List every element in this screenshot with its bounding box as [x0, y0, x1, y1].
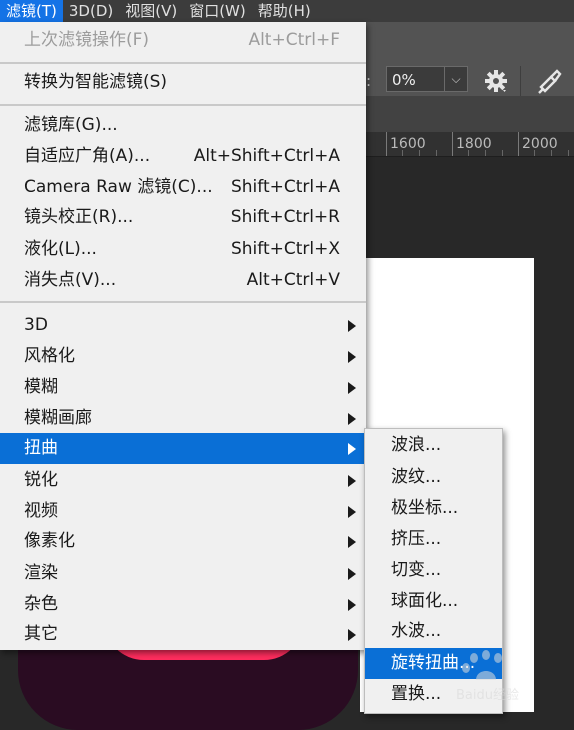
- menu-item-label: 自适应广角(A)...: [24, 146, 151, 166]
- submenu-item-label: 水波...: [391, 621, 442, 641]
- menu-help[interactable]: 帮助(H): [252, 0, 317, 22]
- menu-item-vanishing-point[interactable]: 消失点(V)... Alt+Ctrl+V: [0, 265, 366, 296]
- submenu-arrow-icon: [348, 413, 356, 425]
- menu-item-label: 模糊画廊: [24, 408, 92, 428]
- menu-item-label: 上次滤镜操作(F): [24, 30, 150, 50]
- submenu-arrow-icon: [348, 568, 356, 580]
- menu-item-shortcut: Alt+Ctrl+F: [248, 30, 340, 50]
- baidu-watermark: Baidu经验: [456, 650, 566, 706]
- submenu-arrow-icon: [348, 629, 356, 641]
- submenu-item-label: 极坐标...: [391, 498, 459, 518]
- menu-item-sharpen[interactable]: 锐化: [0, 465, 366, 496]
- menu-item-label: 模糊: [24, 377, 58, 397]
- menu-item-label: 扭曲: [24, 438, 58, 458]
- ruler-tick: [518, 132, 519, 156]
- menu-item-adaptive-wide-angle[interactable]: 自适应广角(A)... Alt+Shift+Ctrl+A: [0, 141, 366, 172]
- submenu-item-label: 切变...: [391, 560, 442, 580]
- chevron-down-icon: ⌵: [451, 72, 461, 86]
- submenu-item-polar-coordinates[interactable]: 极坐标...: [365, 493, 502, 524]
- menu-item-lens-correction[interactable]: 镜头校正(R)... Shift+Ctrl+R: [0, 202, 366, 233]
- menu-item-noise[interactable]: 杂色: [0, 589, 366, 620]
- menu-item-blur[interactable]: 模糊: [0, 372, 366, 403]
- submenu-arrow-icon: [348, 599, 356, 611]
- submenu-arrow-icon: [348, 382, 356, 394]
- menu-item-shortcut: Alt+Ctrl+V: [246, 270, 340, 290]
- airbrush-icon[interactable]: [535, 67, 563, 95]
- submenu-item-shear[interactable]: 切变...: [365, 555, 502, 586]
- menu-3d[interactable]: 3D(D): [63, 0, 119, 22]
- submenu-item-label: 置换...: [391, 684, 442, 704]
- menu-filter[interactable]: 滤镜(T): [0, 0, 63, 22]
- menu-item-label: 镜头校正(R)...: [24, 207, 134, 227]
- submenu-arrow-icon: [348, 443, 356, 455]
- submenu-arrow-icon: [348, 320, 356, 332]
- ruler-label: 1600: [390, 136, 426, 152]
- menu-item-label: 杂色: [24, 594, 58, 614]
- submenu-item-pinch[interactable]: 挤压...: [365, 524, 502, 555]
- ruler-tick: [452, 132, 453, 156]
- opacity-label: :: [366, 72, 372, 90]
- menu-item-last-filter: 上次滤镜操作(F) Alt+Ctrl+F: [0, 25, 366, 56]
- menu-item-label: 转换为智能滤镜(S): [24, 72, 168, 92]
- menu-item-shortcut: Alt+Shift+Ctrl+A: [193, 146, 340, 166]
- menu-bar: 滤镜(T) 3D(D) 视图(V) 窗口(W) 帮助(H): [0, 0, 574, 22]
- menu-item-blur-gallery[interactable]: 模糊画廊: [0, 403, 366, 434]
- menu-item-label: 滤镜库(G)...: [24, 115, 118, 135]
- submenu-item-wave[interactable]: 波浪...: [365, 430, 502, 461]
- menu-item-label: 消失点(V)...: [24, 270, 117, 290]
- menu-item-label: 3D: [24, 315, 48, 335]
- ruler-label: 1800: [456, 136, 492, 152]
- menu-view[interactable]: 视图(V): [119, 0, 183, 22]
- menu-item-label: 液化(L)...: [24, 239, 97, 259]
- menu-item-render[interactable]: 渲染: [0, 558, 366, 589]
- submenu-item-label: 波浪...: [391, 435, 442, 455]
- menu-item-stylize[interactable]: 风格化: [0, 341, 366, 372]
- ruler-label: 2000: [522, 136, 558, 152]
- submenu-arrow-icon: [348, 536, 356, 548]
- menu-divider: [0, 104, 366, 106]
- gear-icon[interactable]: [483, 68, 509, 94]
- submenu-item-zigzag[interactable]: 水波...: [365, 616, 502, 647]
- menu-item-camera-raw[interactable]: Camera Raw 滤镜(C)... Shift+Ctrl+A: [0, 172, 366, 203]
- menu-item-video[interactable]: 视频: [0, 496, 366, 527]
- menu-item-3d[interactable]: 3D: [0, 310, 366, 341]
- ruler-tick: [386, 132, 387, 156]
- menu-item-shortcut: Shift+Ctrl+R: [230, 207, 340, 227]
- submenu-arrow-icon: [348, 506, 356, 518]
- menu-item-label: 渲染: [24, 563, 58, 583]
- submenu-item-ripple[interactable]: 波纹...: [365, 462, 502, 493]
- toolbar-divider: [520, 66, 521, 96]
- submenu-item-spherize[interactable]: 球面化...: [365, 586, 502, 617]
- menu-item-label: Camera Raw 滤镜(C)...: [24, 177, 213, 197]
- menu-item-convert-smart-filter[interactable]: 转换为智能滤镜(S): [0, 67, 366, 98]
- opacity-dropdown[interactable]: ⌵: [444, 66, 468, 92]
- menu-item-filter-gallery[interactable]: 滤镜库(G)...: [0, 110, 366, 141]
- paw-icon: [462, 650, 502, 680]
- submenu-item-label: 波纹...: [391, 467, 442, 487]
- watermark-text: Baidu经验: [456, 688, 519, 703]
- menu-item-liquify[interactable]: 液化(L)... Shift+Ctrl+X: [0, 234, 366, 265]
- menu-item-distort[interactable]: 扭曲: [0, 433, 366, 464]
- menu-item-label: 锐化: [24, 470, 58, 490]
- menu-item-label: 其它: [24, 624, 58, 644]
- menu-item-other[interactable]: 其它: [0, 619, 366, 650]
- menu-item-label: 像素化: [24, 531, 75, 551]
- menu-item-label: 风格化: [24, 346, 75, 366]
- opacity-input[interactable]: 0%: [386, 66, 444, 92]
- menu-window[interactable]: 窗口(W): [183, 0, 252, 22]
- menu-item-pixelate[interactable]: 像素化: [0, 526, 366, 557]
- filter-menu: 上次滤镜操作(F) Alt+Ctrl+F 转换为智能滤镜(S) 滤镜库(G)..…: [0, 22, 366, 650]
- menu-divider: [0, 301, 366, 303]
- menu-item-shortcut: Shift+Ctrl+A: [230, 177, 340, 197]
- submenu-item-label: 球面化...: [391, 591, 459, 611]
- menu-item-label: 视频: [24, 501, 58, 521]
- menu-item-shortcut: Shift+Ctrl+X: [230, 239, 340, 259]
- submenu-arrow-icon: [348, 351, 356, 363]
- submenu-arrow-icon: [348, 475, 356, 487]
- menu-divider: [0, 62, 366, 64]
- submenu-item-label: 挤压...: [391, 529, 442, 549]
